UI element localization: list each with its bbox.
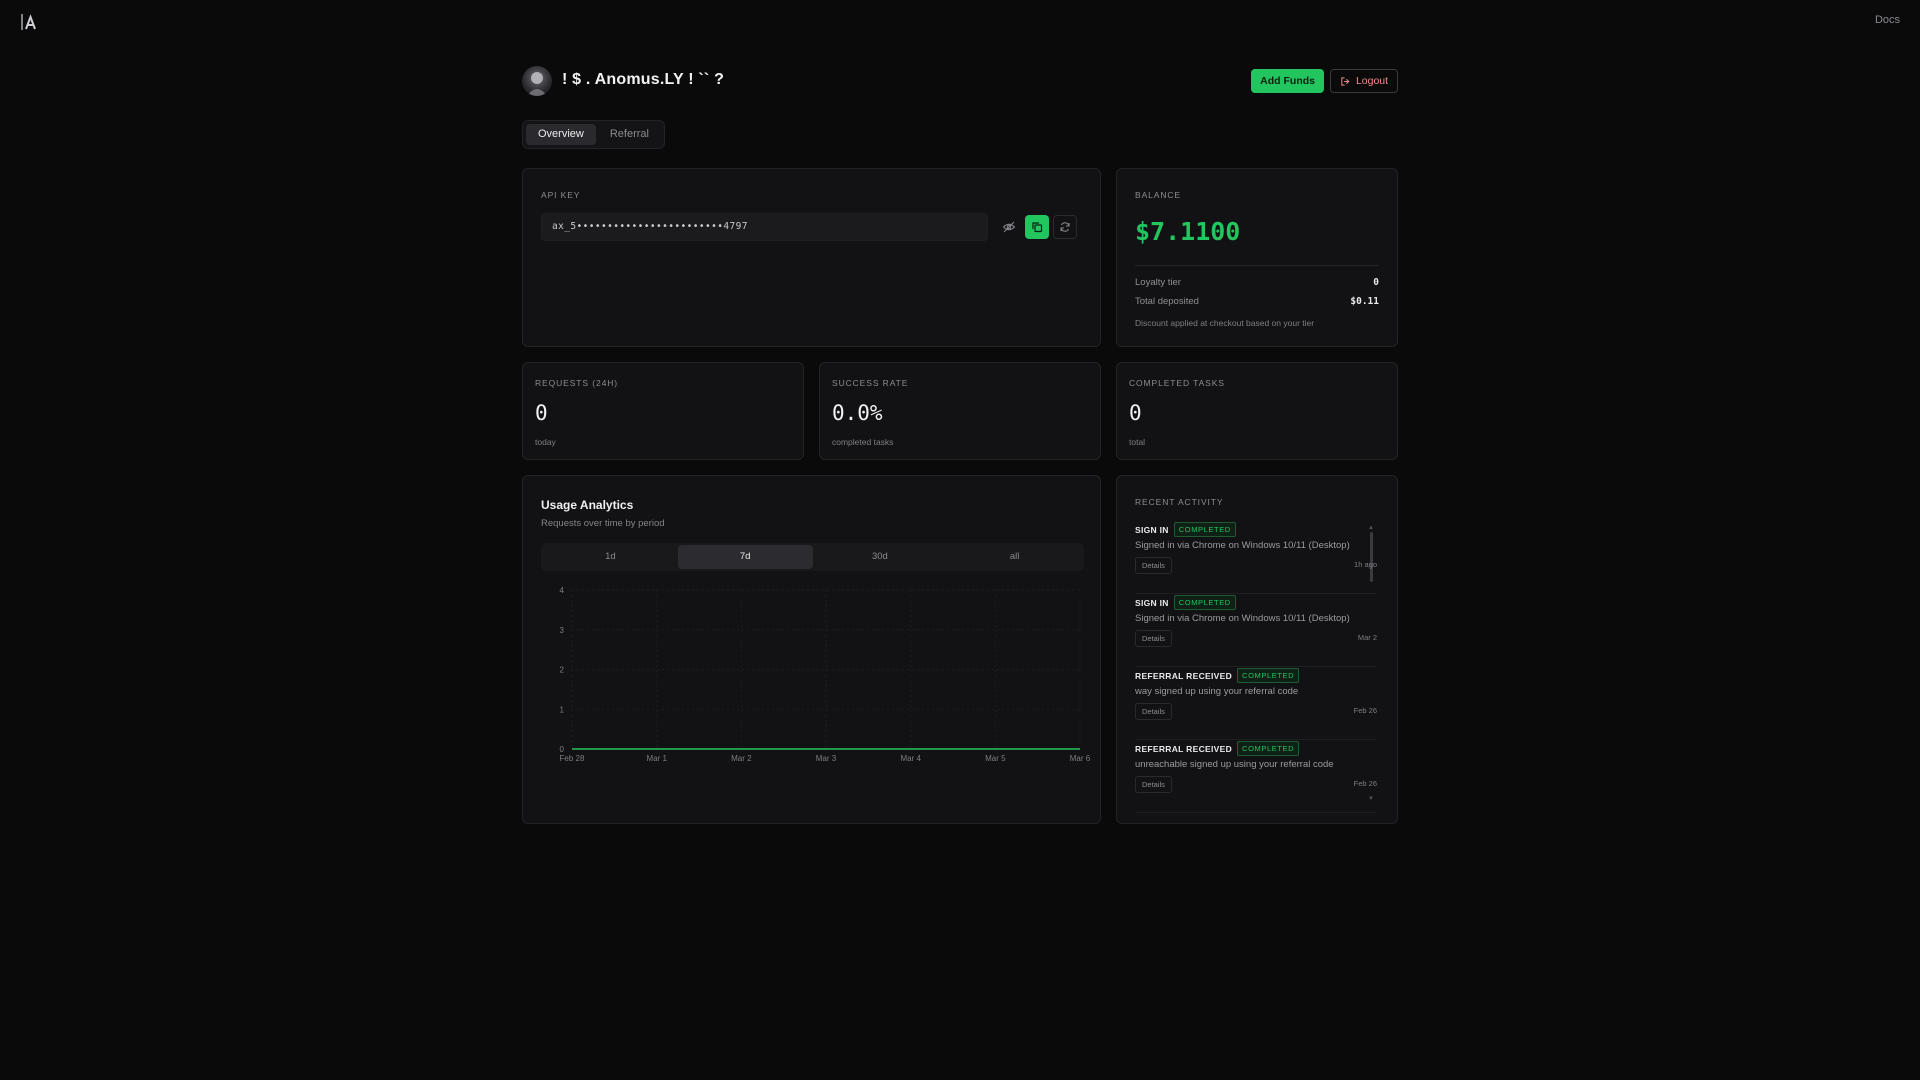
completed-tasks-label: COMPLETED TASKS	[1129, 378, 1225, 388]
deposited-value: $0.11	[1350, 296, 1379, 307]
details-button[interactable]: Details	[1135, 557, 1172, 574]
details-button[interactable]: Details	[1135, 630, 1172, 647]
refresh-icon	[1060, 222, 1070, 232]
copy-icon	[1032, 222, 1043, 233]
balance-value: $7.1100	[1135, 217, 1241, 246]
scroll-down-icon[interactable]: ▼	[1368, 796, 1374, 802]
username: ! $ . Anomus.LY ! `` ?	[562, 71, 725, 88]
period-1d[interactable]: 1d	[543, 545, 678, 569]
tab-overview[interactable]: Overview	[526, 124, 596, 145]
logout-icon	[1341, 76, 1350, 86]
activity-type: REFERRAL RECEIVED	[1135, 743, 1233, 754]
activity-time: Feb 26	[1353, 779, 1377, 788]
activity-item: SIGN IN COMPLETED Signed in via Chrome o…	[1135, 522, 1377, 594]
requests-value: 0	[535, 401, 548, 425]
profile-header: ! $ . Anomus.LY ! `` ? Add Funds Logout	[522, 66, 1398, 96]
loyalty-label: Loyalty tier	[1135, 277, 1181, 288]
toggle-visibility-button[interactable]	[997, 215, 1021, 239]
activity-time: 1h ago	[1354, 560, 1377, 569]
logout-label: Logout	[1355, 75, 1389, 87]
logo-icon	[21, 14, 36, 30]
success-rate-card: SUCCESS RATE 0.0% completed tasks	[819, 362, 1101, 460]
discount-note: Discount applied at checkout based on yo…	[1135, 318, 1315, 328]
api-key-label: API KEY	[541, 190, 581, 200]
x-tick-label: Mar 4	[900, 754, 921, 763]
details-button[interactable]: Details	[1135, 776, 1172, 793]
app-logo[interactable]	[20, 12, 40, 32]
x-tick-label: Feb 28	[560, 754, 585, 763]
balance-label: BALANCE	[1135, 190, 1181, 200]
recent-activity-card: RECENT ACTIVITY ▲ SIGN IN COMPLETED Sign…	[1116, 475, 1398, 824]
requests-label: REQUESTS (24H)	[535, 378, 618, 388]
activity-label: RECENT ACTIVITY	[1135, 497, 1224, 507]
completed-tasks-card: COMPLETED TASKS 0 total	[1116, 362, 1398, 460]
avatar-icon	[527, 72, 547, 96]
period-selector: 1d 7d 30d all	[541, 543, 1084, 571]
period-7d[interactable]: 7d	[677, 545, 813, 569]
requests-sub: today	[535, 437, 556, 447]
analytics-subtitle: Requests over time by period	[541, 518, 665, 529]
status-badge: COMPLETED	[1173, 522, 1236, 537]
activity-type: SIGN IN	[1135, 597, 1169, 608]
loyalty-value: 0	[1373, 277, 1379, 288]
eye-off-icon	[1002, 221, 1016, 233]
avatar	[522, 66, 552, 96]
x-tick-label: Mar 1	[646, 754, 667, 763]
period-all[interactable]: all	[947, 545, 1082, 569]
status-badge: COMPLETED	[1237, 741, 1300, 756]
tab-bar: Overview Referral	[522, 120, 665, 149]
balance-card: BALANCE $7.1100 Loyalty tier 0 Total dep…	[1116, 168, 1398, 347]
y-tick-label: 3	[560, 626, 565, 635]
y-tick-label: 0	[560, 745, 565, 754]
activity-description: unreachable signed up using your referra…	[1135, 759, 1334, 770]
success-rate-value: 0.0%	[832, 401, 883, 425]
requests-card: REQUESTS (24H) 0 today	[522, 362, 804, 460]
copy-button[interactable]	[1025, 215, 1049, 239]
activity-description: Signed in via Chrome on Windows 10/11 (D…	[1135, 613, 1350, 624]
activity-item: REFERRAL RECEIVED COMPLETED unreachable …	[1135, 741, 1377, 813]
activity-type: REFERRAL RECEIVED	[1135, 670, 1233, 681]
activity-item: REFERRAL RECEIVED COMPLETED way signed u…	[1135, 668, 1377, 740]
details-button[interactable]: Details	[1135, 703, 1172, 720]
activity-description: way signed up using your referral code	[1135, 686, 1299, 697]
activity-type: SIGN IN	[1135, 524, 1169, 535]
period-30d[interactable]: 30d	[813, 545, 948, 569]
activity-description: Signed in via Chrome on Windows 10/11 (D…	[1135, 540, 1350, 551]
api-key-card: API KEY ax_5••••••••••••••••••••••••4797	[522, 168, 1101, 347]
x-tick-label: Mar 3	[816, 754, 837, 763]
activity-time: Feb 26	[1353, 706, 1377, 715]
x-tick-label: Mar 6	[1070, 754, 1091, 763]
divider	[1135, 265, 1379, 266]
y-tick-label: 4	[560, 586, 565, 595]
activity-time: Mar 2	[1357, 633, 1377, 642]
y-tick-label: 2	[560, 666, 565, 675]
completed-tasks-value: 0	[1129, 401, 1142, 425]
analytics-title: Usage Analytics	[541, 498, 634, 512]
status-badge: COMPLETED	[1173, 595, 1236, 610]
api-key-field[interactable]: ax_5••••••••••••••••••••••••4797	[541, 213, 988, 241]
success-rate-sub: completed tasks	[832, 437, 894, 447]
regenerate-button[interactable]	[1053, 215, 1077, 239]
status-badge: COMPLETED	[1237, 668, 1300, 683]
logout-button[interactable]: Logout	[1330, 69, 1398, 93]
completed-tasks-sub: total	[1129, 437, 1146, 447]
y-tick-label: 1	[560, 705, 565, 714]
tab-referral[interactable]: Referral	[598, 124, 661, 145]
usage-chart: 0 1 2 3 4 Feb 28 Mar 1 Mar 2 Mar 3 Mar 4 Mar 5 Mar …	[560, 586, 1091, 763]
x-tick-label: Mar 5	[985, 754, 1006, 763]
usage-analytics-card: Usage Analytics Requests over time by pe…	[522, 475, 1101, 824]
docs-link[interactable]: Docs	[1875, 14, 1900, 26]
activity-item: SIGN IN COMPLETED Signed in via Chrome o…	[1135, 595, 1377, 667]
deposited-label: Total deposited	[1135, 296, 1199, 307]
success-rate-label: SUCCESS RATE	[832, 378, 909, 388]
x-tick-label: Mar 2	[731, 754, 752, 763]
add-funds-button[interactable]: Add Funds	[1251, 69, 1324, 93]
